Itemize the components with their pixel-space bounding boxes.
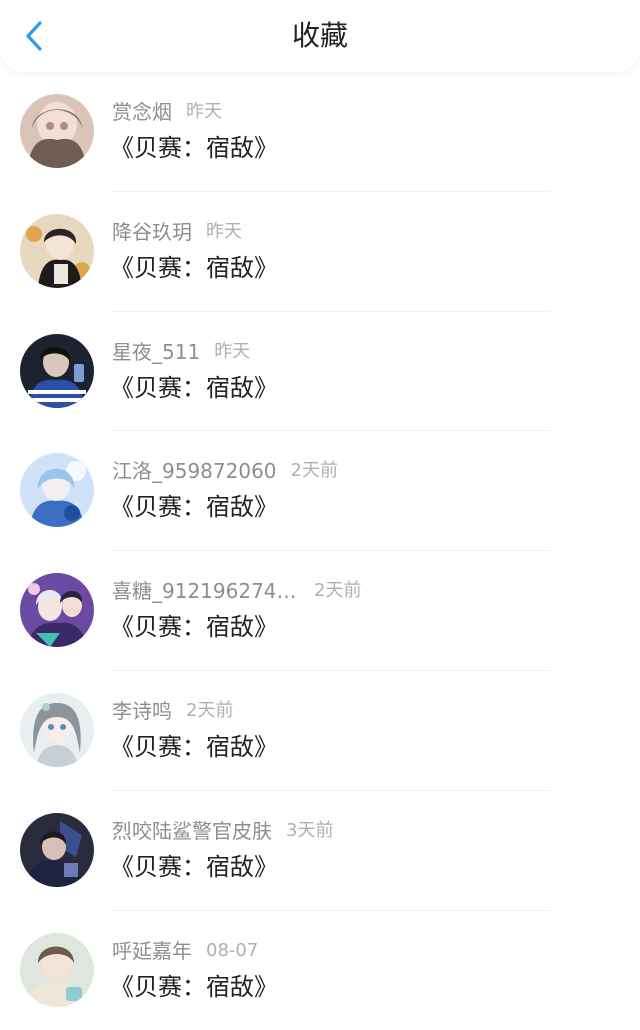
user-name[interactable]: 江洛_959872060: [112, 457, 277, 485]
avatar[interactable]: [20, 94, 94, 168]
avatar[interactable]: [20, 932, 94, 1007]
time-label: 3天前: [286, 819, 334, 841]
book-title[interactable]: 《贝赛：宿敌》: [110, 611, 278, 643]
user-name[interactable]: 李诗鸣: [112, 697, 172, 725]
time-label: 昨天: [214, 340, 251, 362]
avatar[interactable]: [20, 573, 94, 648]
avatar[interactable]: [20, 692, 94, 767]
user-name[interactable]: 星夜_511: [112, 338, 200, 366]
book-title[interactable]: 《贝赛：宿敌》: [110, 491, 278, 523]
avatar[interactable]: [20, 333, 94, 408]
time-label: 昨天: [206, 220, 242, 242]
book-title[interactable]: 《贝赛：宿敌》: [110, 252, 278, 284]
item-meta: 赏念烟 昨天: [112, 98, 222, 126]
user-name[interactable]: 赏念烟: [112, 98, 172, 126]
top-bar: 收藏: [0, 0, 640, 72]
item-meta: 喜糖_9121962745... 2天前: [112, 577, 361, 605]
user-name[interactable]: 呼延嘉年: [112, 937, 192, 965]
list-item[interactable]: 李诗鸣 2天前 《贝赛：宿敌》: [0, 671, 640, 791]
avatar-icon: [20, 692, 94, 767]
time-label: 2天前: [186, 699, 234, 721]
time-label: 昨天: [186, 101, 222, 122]
item-meta: 李诗鸣 2天前: [112, 697, 233, 725]
time-label: 2天前: [314, 580, 362, 602]
user-name[interactable]: 烈咬陆鲨警官皮肤: [112, 817, 272, 845]
book-title[interactable]: 《贝赛：宿敌》: [110, 731, 278, 763]
avatar-icon: [20, 932, 94, 1007]
avatar-icon: [20, 213, 94, 288]
user-name[interactable]: 降谷玖玥: [112, 218, 192, 246]
book-title[interactable]: 《贝赛：宿敌》: [110, 372, 278, 404]
avatar[interactable]: [20, 812, 94, 887]
book-title[interactable]: 《贝赛：宿敌》: [110, 851, 278, 883]
item-meta: 降谷玖玥 昨天: [112, 218, 242, 246]
avatar-icon: [20, 573, 94, 648]
user-name[interactable]: 喜糖_9121962745...: [112, 577, 300, 605]
list-item[interactable]: 星夜_511 昨天 《贝赛：宿敌》: [0, 312, 640, 432]
avatar-icon: [20, 333, 94, 408]
list-item[interactable]: 烈咬陆鲨警官皮肤 3天前 《贝赛：宿敌》: [0, 791, 640, 911]
list-item[interactable]: 降谷玖玥 昨天 《贝赛：宿敌》: [0, 192, 640, 312]
time-label: 08-07: [206, 939, 259, 961]
avatar-icon: [20, 94, 94, 168]
item-meta: 呼延嘉年 08-07: [112, 937, 258, 965]
book-title[interactable]: 《贝赛：宿敌》: [110, 971, 278, 1003]
item-meta: 江洛_959872060 2天前: [112, 457, 338, 485]
list-item[interactable]: 喜糖_9121962745... 2天前 《贝赛：宿敌》: [0, 551, 640, 671]
list-item[interactable]: 呼延嘉年 08-07 《贝赛：宿敌》: [0, 911, 640, 1030]
page-title: 收藏: [291, 19, 348, 52]
item-meta: 烈咬陆鲨警官皮肤 3天前: [112, 817, 333, 845]
avatar-icon: [20, 812, 94, 887]
list-item[interactable]: 江洛_959872060 2天前 《贝赛：宿敌》: [0, 431, 640, 552]
favorites-list: 赏念烟 昨天 《贝赛：宿敌》 降谷玖玥 昨天 《贝赛：宿敌》 星夜_511 昨天…: [0, 72, 640, 1030]
avatar-icon: [20, 453, 94, 528]
item-meta: 星夜_511 昨天: [112, 338, 250, 366]
book-title[interactable]: 《贝赛：宿敌》: [110, 132, 278, 164]
avatar[interactable]: [20, 213, 94, 288]
list-item[interactable]: 赏念烟 昨天 《贝赛：宿敌》: [0, 72, 640, 192]
time-label: 2天前: [290, 460, 338, 482]
avatar[interactable]: [20, 453, 94, 528]
